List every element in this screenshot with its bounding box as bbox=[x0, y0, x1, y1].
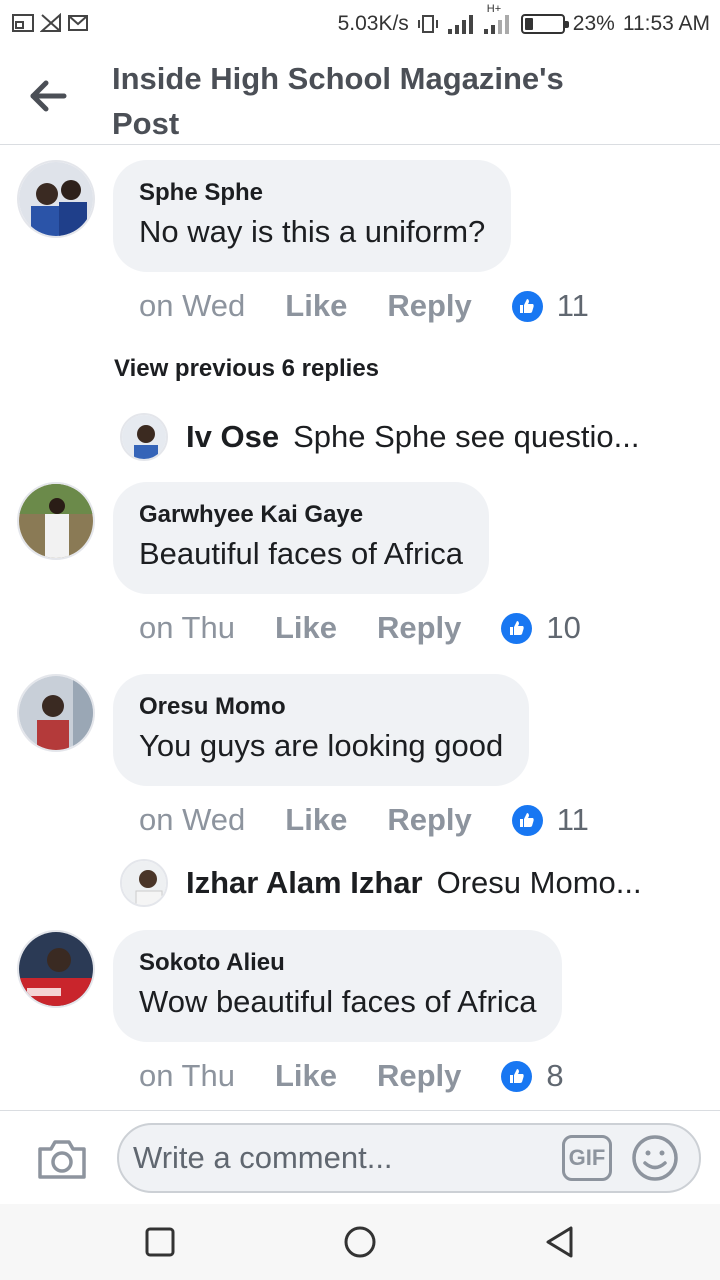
battery-icon bbox=[520, 14, 569, 34]
comment-input[interactable] bbox=[117, 1123, 701, 1193]
like-count: 10 bbox=[546, 610, 581, 645]
avatar[interactable] bbox=[120, 413, 168, 461]
camera-icon[interactable] bbox=[36, 1137, 88, 1181]
like-count: 8 bbox=[546, 1058, 564, 1093]
avatar[interactable] bbox=[17, 482, 95, 560]
comment-bubble[interactable]: Sokoto Alieu Wow beautiful faces of Afri… bbox=[113, 930, 563, 1042]
notification-icons bbox=[12, 13, 90, 33]
no-sim-icon bbox=[40, 13, 61, 32]
avatar[interactable] bbox=[17, 930, 95, 1008]
reply-preview[interactable]: Izhar Alam Izhar Oresu Momo... bbox=[120, 858, 690, 908]
comment-composer: GIF bbox=[0, 1110, 720, 1204]
like-button[interactable]: Like bbox=[285, 288, 347, 324]
like-button[interactable]: Like bbox=[285, 802, 347, 838]
comment-time: on Thu bbox=[139, 610, 235, 645]
comment-text: No way is this a uniform? bbox=[139, 214, 486, 249]
comment-text: Beautiful faces of Africa bbox=[139, 536, 463, 571]
reply-button[interactable]: Reply bbox=[387, 802, 471, 838]
reply-text: Sphe Sphe see questio... bbox=[293, 419, 640, 454]
comment-time: on Thu bbox=[139, 1058, 235, 1093]
home-icon[interactable] bbox=[342, 1224, 378, 1260]
comment-text: Wow beautiful faces of Africa bbox=[139, 984, 537, 1019]
comment-bubble[interactable]: Sphe Sphe No way is this a uniform? bbox=[113, 160, 512, 272]
thumbs-up-icon bbox=[511, 804, 543, 836]
like-button[interactable]: Like bbox=[275, 610, 337, 646]
comment-author[interactable]: Sokoto Alieu bbox=[139, 948, 536, 978]
thumbs-up-icon bbox=[501, 1060, 533, 1092]
comment-actions: on Wed Like Reply 11 bbox=[139, 288, 589, 324]
gif-button[interactable]: GIF bbox=[562, 1135, 612, 1181]
emoji-icon[interactable] bbox=[631, 1134, 679, 1182]
reply-author[interactable]: Iv Ose bbox=[186, 419, 279, 455]
screenshot-icon bbox=[12, 14, 34, 32]
view-previous-replies[interactable]: View previous 6 replies bbox=[114, 355, 379, 383]
reply-author[interactable]: Izhar Alam Izhar bbox=[186, 865, 423, 901]
like-button[interactable]: Like bbox=[275, 1058, 337, 1094]
post-header: Inside High School Magazine's Post bbox=[0, 50, 720, 145]
battery-percent: 23% bbox=[572, 12, 615, 35]
back-triangle-icon[interactable] bbox=[542, 1224, 578, 1260]
status-bar: 5.03K/s H+ 23% 11:53 AM bbox=[0, 0, 720, 50]
like-count: 11 bbox=[556, 288, 589, 323]
reply-button[interactable]: Reply bbox=[387, 288, 471, 324]
arrow-left-icon[interactable] bbox=[28, 78, 68, 114]
comment-bubble[interactable]: Oresu Momo You guys are looking good bbox=[113, 674, 530, 786]
battery-fill bbox=[524, 18, 533, 30]
page-title: Inside High School Magazine's Post bbox=[112, 61, 564, 141]
hplus-signal-icon: H+ bbox=[483, 3, 513, 35]
thumbs-up-icon bbox=[511, 290, 543, 322]
recents-icon[interactable] bbox=[142, 1224, 178, 1260]
clock: 11:53 AM bbox=[622, 12, 710, 35]
comment-time: on Wed bbox=[139, 288, 246, 323]
comment-actions: on Wed Like Reply 11 bbox=[139, 802, 589, 838]
comment-bubble[interactable]: Garwhyee Kai Gaye Beautiful faces of Afr… bbox=[113, 482, 489, 594]
comment-author[interactable]: Oresu Momo bbox=[139, 692, 503, 722]
comment-time: on Wed bbox=[139, 802, 246, 837]
mail-icon bbox=[68, 15, 88, 31]
thumbs-up-icon bbox=[501, 612, 533, 644]
network-speed: 5.03K/s bbox=[337, 12, 409, 35]
vibrate-icon bbox=[417, 15, 438, 33]
comment-actions: on Thu Like Reply 8 bbox=[139, 1058, 564, 1094]
comment-text: You guys are looking good bbox=[139, 728, 504, 763]
status-right: 5.03K/s H+ 23% 11:53 AM bbox=[337, 3, 710, 36]
reply-button[interactable]: Reply bbox=[377, 610, 461, 646]
comment-actions: on Thu Like Reply 10 bbox=[139, 610, 581, 646]
comment-author[interactable]: Sphe Sphe bbox=[139, 178, 485, 208]
reply-preview[interactable]: Iv Ose Sphe Sphe see questio... bbox=[120, 412, 690, 462]
signal-icon bbox=[447, 15, 473, 34]
reply-text: Oresu Momo... bbox=[436, 865, 642, 900]
reply-button[interactable]: Reply bbox=[377, 1058, 461, 1094]
avatar[interactable] bbox=[17, 674, 95, 752]
comment-author[interactable]: Garwhyee Kai Gaye bbox=[139, 500, 463, 530]
like-count: 11 bbox=[556, 802, 589, 837]
system-nav-bar bbox=[0, 1204, 720, 1280]
avatar[interactable] bbox=[17, 160, 95, 238]
avatar[interactable] bbox=[120, 859, 168, 907]
